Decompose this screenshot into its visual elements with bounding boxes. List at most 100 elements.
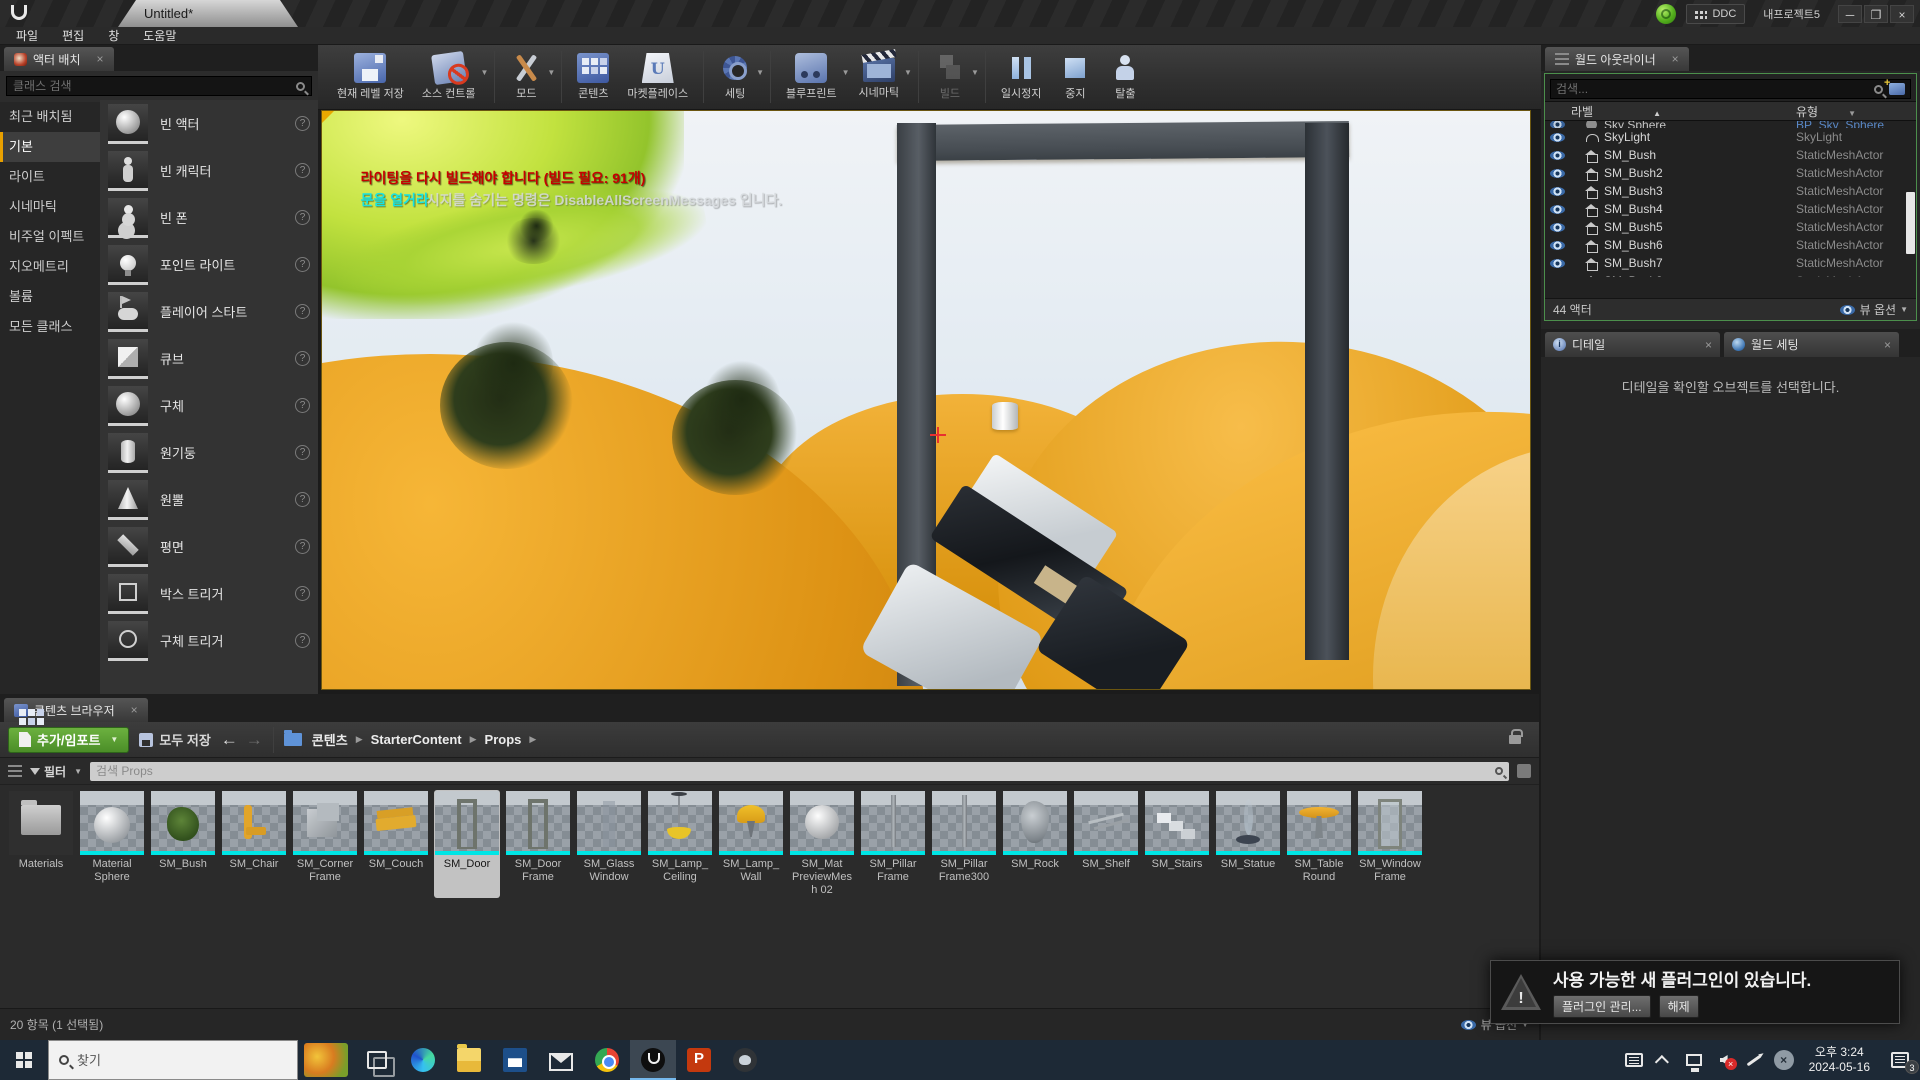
taskbar-app-store[interactable] bbox=[492, 1040, 538, 1080]
level-viewport[interactable]: 라이팅을 다시 빌드해야 합니다 (빌드 필요: 91개) 문을 열거라 시지를… bbox=[321, 110, 1531, 690]
asset-tile[interactable]: SM_Glass Window bbox=[576, 790, 642, 898]
outliner-search-input[interactable] bbox=[1556, 82, 1874, 96]
chevron-down-icon[interactable]: ▼ bbox=[971, 68, 979, 77]
toolbar-cine-button[interactable]: 시네마틱 bbox=[850, 52, 908, 102]
asset-tile[interactable]: SM_Chair bbox=[221, 790, 287, 898]
toolbar-eject-button[interactable]: 탈출 bbox=[1100, 51, 1150, 103]
category-볼륨[interactable]: 볼륨 bbox=[0, 282, 100, 312]
asset-tile[interactable]: SM_Rock bbox=[1002, 790, 1068, 898]
place-item[interactable]: 큐브? bbox=[100, 335, 318, 382]
help-icon[interactable]: ? bbox=[295, 633, 310, 648]
asset-tile[interactable]: SM_Mat PreviewMesh 02 bbox=[789, 790, 855, 898]
chevron-down-icon[interactable]: ▼ bbox=[756, 68, 764, 77]
asset-search-box[interactable] bbox=[90, 762, 1509, 781]
outliner-row[interactable]: SM_BushStaticMeshActor bbox=[1545, 146, 1916, 164]
place-item[interactable]: 빈 액터? bbox=[100, 100, 318, 147]
outliner-search-box[interactable] bbox=[1550, 79, 1911, 99]
place-item[interactable]: 원기둥? bbox=[100, 429, 318, 476]
help-icon[interactable]: ? bbox=[295, 257, 310, 272]
outliner-row[interactable]: SkyLightSkyLight bbox=[1545, 128, 1916, 146]
outliner-row[interactable]: Sky SphereBP_Sky_Sphere bbox=[1545, 121, 1916, 128]
asset-tile[interactable]: SM_Lamp_ Ceiling bbox=[647, 790, 713, 898]
chevron-down-icon[interactable]: ▼ bbox=[547, 68, 555, 77]
taskbar-search-input[interactable] bbox=[77, 1053, 287, 1068]
forward-button[interactable]: → bbox=[246, 730, 263, 750]
project-name-button[interactable]: 내프로젝트5 bbox=[1755, 4, 1828, 24]
asset-tile[interactable]: SM_Lamp_ Wall bbox=[718, 790, 784, 898]
menu-item-편집[interactable]: 편집 bbox=[52, 27, 94, 44]
asset-tile[interactable]: SM_Door Frame bbox=[505, 790, 571, 898]
close-icon[interactable]: × bbox=[1705, 338, 1712, 352]
taskbar-search-box[interactable] bbox=[48, 1040, 298, 1080]
help-icon[interactable]: ? bbox=[295, 586, 310, 601]
chevron-down-icon[interactable]: ▼ bbox=[481, 68, 489, 77]
path-folder-icon[interactable] bbox=[284, 733, 302, 746]
chevron-down-icon[interactable]: ▼ bbox=[842, 68, 850, 77]
close-icon[interactable]: × bbox=[1884, 338, 1891, 352]
close-icon[interactable]: × bbox=[131, 703, 138, 717]
visibility-eye-icon[interactable] bbox=[1550, 241, 1565, 250]
category-라이트[interactable]: 라이트 bbox=[0, 162, 100, 192]
asset-tile[interactable]: SM_Couch bbox=[363, 790, 429, 898]
save-all-button[interactable]: 모두 저장 bbox=[139, 730, 210, 749]
start-button[interactable] bbox=[0, 1040, 48, 1080]
place-item[interactable]: 구체? bbox=[100, 382, 318, 429]
save-search-icon[interactable] bbox=[1517, 764, 1531, 778]
asset-tile[interactable]: Materials bbox=[8, 790, 74, 898]
action-center-button[interactable]: 3 bbox=[1880, 1040, 1920, 1080]
outliner-scrollbar[interactable] bbox=[1906, 192, 1915, 254]
help-icon[interactable]: ? bbox=[295, 210, 310, 225]
place-actors-tab[interactable]: 액터 배치 × bbox=[4, 47, 114, 71]
weather-widget[interactable] bbox=[304, 1043, 348, 1077]
help-icon[interactable]: ? bbox=[295, 304, 310, 319]
view-options-button[interactable]: 뷰 옵션 bbox=[1860, 301, 1896, 318]
asset-tile[interactable]: SM_Stairs bbox=[1144, 790, 1210, 898]
asset-tile[interactable]: SM_Door bbox=[434, 790, 500, 898]
sort-asc-icon[interactable]: ▲ bbox=[1653, 109, 1661, 118]
class-search-box[interactable] bbox=[6, 76, 312, 96]
volume-muted-icon[interactable]: × bbox=[1709, 1040, 1739, 1080]
launcher-status-icon[interactable] bbox=[1656, 4, 1676, 24]
category-비주얼 이펙트[interactable]: 비주얼 이펙트 bbox=[0, 222, 100, 252]
maximize-button[interactable]: ❐ bbox=[1864, 5, 1888, 23]
class-search-input[interactable] bbox=[13, 79, 296, 93]
visibility-eye-icon[interactable] bbox=[1550, 277, 1565, 278]
breadcrumb-Props[interactable]: Props bbox=[485, 732, 522, 747]
place-item[interactable]: 구체 트리거? bbox=[100, 617, 318, 664]
asset-tile[interactable]: SM_Corner Frame bbox=[292, 790, 358, 898]
add-import-button[interactable]: 추가/임포트 ▼ bbox=[8, 727, 129, 753]
help-icon[interactable]: ? bbox=[295, 445, 310, 460]
taskbar-app-edge[interactable] bbox=[400, 1040, 446, 1080]
outliner-row[interactable]: SM_Bush2StaticMeshActor bbox=[1545, 164, 1916, 182]
asset-tile[interactable]: SM_Window Frame bbox=[1357, 790, 1423, 898]
category-시네마틱[interactable]: 시네마틱 bbox=[0, 192, 100, 222]
place-item[interactable]: 포인트 라이트? bbox=[100, 241, 318, 288]
asset-tile[interactable]: SM_Shelf bbox=[1073, 790, 1139, 898]
place-item[interactable]: 평면? bbox=[100, 523, 318, 570]
chevron-up-icon[interactable] bbox=[1649, 1040, 1679, 1080]
asset-tile[interactable]: SM_Statue bbox=[1215, 790, 1281, 898]
visibility-eye-icon[interactable] bbox=[1550, 205, 1565, 214]
breadcrumb-StarterContent[interactable]: StarterContent bbox=[371, 732, 462, 747]
visibility-eye-icon[interactable] bbox=[1550, 121, 1565, 128]
clock[interactable]: 오후 3:24 2024-05-16 bbox=[1799, 1045, 1880, 1075]
taskbar-app-powerpoint[interactable] bbox=[676, 1040, 722, 1080]
visibility-eye-icon[interactable] bbox=[1550, 259, 1565, 268]
taskbar-app-github[interactable] bbox=[722, 1040, 768, 1080]
asset-tile[interactable]: SM_Table Round bbox=[1286, 790, 1352, 898]
filter-button[interactable]: 필터 ▼ bbox=[30, 763, 82, 780]
world-settings-tab[interactable]: 월드 세팅 × bbox=[1724, 332, 1899, 357]
taskbar-app-chrome[interactable] bbox=[584, 1040, 630, 1080]
content-browser-tab[interactable]: 콘텐츠 브라우저 × bbox=[4, 698, 148, 722]
asset-search-input[interactable] bbox=[96, 764, 1495, 778]
asset-tile[interactable]: SM_Pillar Frame bbox=[860, 790, 926, 898]
help-icon[interactable]: ? bbox=[295, 351, 310, 366]
column-label[interactable]: 라벨▲ bbox=[1545, 103, 1796, 120]
help-icon[interactable]: ? bbox=[295, 492, 310, 507]
view-type-icon[interactable] bbox=[8, 765, 22, 777]
world-outliner-tab[interactable]: 월드 아웃라이너 × bbox=[1545, 47, 1689, 71]
category-최근 배치됨[interactable]: 최근 배치됨 bbox=[0, 102, 100, 132]
level-tab[interactable]: Untitled* bbox=[118, 0, 298, 27]
widgets-tray-icon[interactable] bbox=[1619, 1040, 1649, 1080]
help-icon[interactable]: ? bbox=[295, 116, 310, 131]
